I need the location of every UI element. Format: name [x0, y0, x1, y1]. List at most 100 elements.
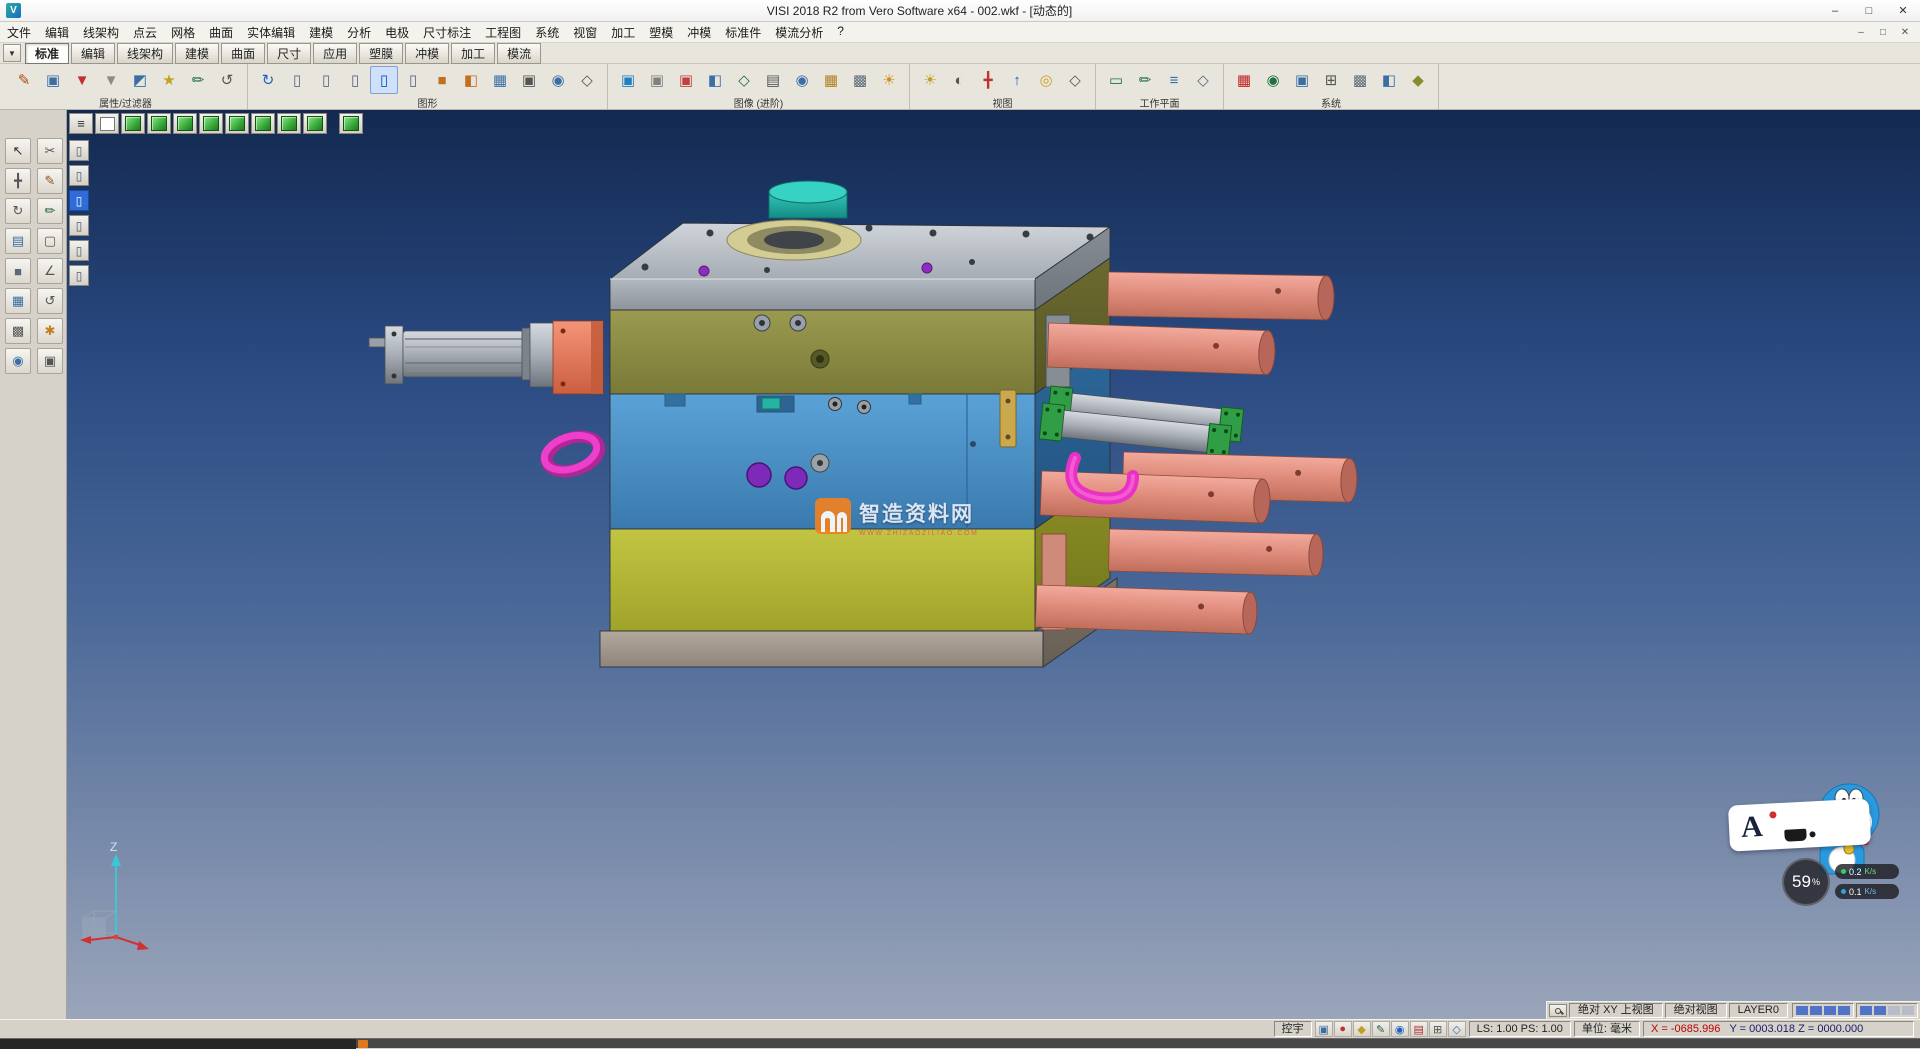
- view-cube-left-icon[interactable]: [199, 113, 223, 134]
- move-icon[interactable]: ╋: [5, 168, 31, 194]
- record-icon[interactable]: ●: [1334, 1021, 1352, 1037]
- workplane-edit-icon[interactable]: ✏: [1131, 66, 1159, 94]
- viewport-menu-icon[interactable]: ≡: [69, 113, 93, 134]
- measure-icon[interactable]: ∠: [37, 258, 63, 284]
- gallery-icon[interactable]: ▦: [817, 66, 845, 94]
- render-wire-icon[interactable]: ▣: [643, 66, 671, 94]
- view-mode-indicator[interactable]: 绝对 XY 上视图: [1569, 1003, 1663, 1018]
- doc-restore-icon[interactable]: □: [1872, 27, 1894, 38]
- filter-icon[interactable]: ▼: [68, 66, 96, 94]
- shaded-icon[interactable]: ◉: [544, 66, 572, 94]
- view-blank-icon[interactable]: [95, 113, 119, 134]
- tab[interactable]: 冲模: [405, 43, 449, 64]
- view-cube-dynamic-icon[interactable]: [339, 113, 363, 134]
- layers-icon[interactable]: ▤: [5, 228, 31, 254]
- draft-icon[interactable]: ✏: [37, 198, 63, 224]
- view-cube-bottom-icon[interactable]: [251, 113, 275, 134]
- menu-item[interactable]: 模流分析: [768, 24, 830, 41]
- workplane-view-icon[interactable]: ◇: [1189, 66, 1217, 94]
- cylinder-display-3-icon[interactable]: ▯: [341, 66, 369, 94]
- viewport-3d[interactable]: Z ≡ ▯▯▯▯▯▯ 智造资料网: [67, 110, 1920, 1019]
- menu-item[interactable]: 编辑: [38, 24, 76, 41]
- menu-item[interactable]: 曲面: [202, 24, 240, 41]
- tab[interactable]: 加工: [451, 43, 495, 64]
- cylinder-display-4-icon[interactable]: ▯: [399, 66, 427, 94]
- menu-item[interactable]: 实体编辑: [240, 24, 302, 41]
- tab[interactable]: 线架构: [117, 43, 173, 64]
- absolute-view-indicator[interactable]: 绝对视图: [1665, 1003, 1727, 1018]
- menu-item[interactable]: 文件: [0, 24, 38, 41]
- workplane-align-icon[interactable]: ≡: [1160, 66, 1188, 94]
- tab[interactable]: 标准: [25, 43, 69, 64]
- section-icon[interactable]: ◧: [701, 66, 729, 94]
- display-capsule-2-icon[interactable]: ▯: [69, 165, 89, 186]
- wireframe-icon[interactable]: ◇: [573, 66, 601, 94]
- tab[interactable]: 模流: [497, 43, 541, 64]
- select-icon[interactable]: ↖: [5, 138, 31, 164]
- minimize-button[interactable]: –: [1818, 0, 1852, 21]
- table-icon[interactable]: ⊞: [1429, 1021, 1447, 1037]
- animation-icon[interactable]: ▤: [759, 66, 787, 94]
- display-capsule-5-icon[interactable]: ▯: [69, 240, 89, 261]
- maximize-button[interactable]: □: [1852, 0, 1886, 21]
- snap-grid-icon[interactable]: ▩: [1346, 66, 1374, 94]
- menu-item[interactable]: 尺寸标注: [416, 24, 478, 41]
- download-card[interactable]: A: [1728, 798, 1871, 851]
- undo-icon[interactable]: ↺: [37, 288, 63, 314]
- lighting-icon[interactable]: ☀: [875, 66, 903, 94]
- hatch-icon[interactable]: ▩: [5, 318, 31, 344]
- cylinder-display-active-icon[interactable]: ▯: [370, 66, 398, 94]
- workplane-icon[interactable]: ▭: [1102, 66, 1130, 94]
- regen-view-icon[interactable]: ↻: [254, 66, 282, 94]
- mask-icon[interactable]: ◩: [126, 66, 154, 94]
- view-cube-back-icon[interactable]: [225, 113, 249, 134]
- render-dynamic-icon[interactable]: ▣: [672, 66, 700, 94]
- globe-icon[interactable]: ◉: [1259, 66, 1287, 94]
- screen-icon[interactable]: ▣: [1315, 1021, 1333, 1037]
- view-cube-front-icon[interactable]: [147, 113, 171, 134]
- menu-item[interactable]: 网格: [164, 24, 202, 41]
- edit-icon[interactable]: ✎: [1372, 1021, 1390, 1037]
- menu-item[interactable]: 塑模: [642, 24, 680, 41]
- key-icon[interactable]: ◆: [1353, 1021, 1371, 1037]
- view-cube-top-icon[interactable]: [121, 113, 145, 134]
- display-capsule-6-icon[interactable]: ▯: [69, 265, 89, 286]
- cylinder-display-2-icon[interactable]: ▯: [312, 66, 340, 94]
- cylinder-display-1-icon[interactable]: ▯: [283, 66, 311, 94]
- view-cube-iso-icon[interactable]: [277, 113, 301, 134]
- zoom-region-icon[interactable]: ◇: [730, 66, 758, 94]
- solid-edge-icon[interactable]: ◧: [457, 66, 485, 94]
- info-icon[interactable]: ◉: [1391, 1021, 1409, 1037]
- tab[interactable]: 塑膜: [359, 43, 403, 64]
- clipboard-icon[interactable]: ▣: [37, 348, 63, 374]
- book-icon[interactable]: ▤: [1410, 1021, 1428, 1037]
- display-capsule-4-icon[interactable]: ▯: [69, 215, 89, 236]
- sketch-icon[interactable]: ✎: [37, 168, 63, 194]
- color-grid-icon[interactable]: ▦: [1230, 66, 1258, 94]
- view-axis-icon[interactable]: ╋: [974, 66, 1002, 94]
- tab[interactable]: 应用: [313, 43, 357, 64]
- doc-minimize-icon[interactable]: –: [1850, 27, 1872, 38]
- visibility-icon[interactable]: ◐: [945, 66, 973, 94]
- layer-box-icon[interactable]: ◇: [1448, 1021, 1466, 1037]
- tab[interactable]: 编辑: [71, 43, 115, 64]
- settings-grid-icon[interactable]: ⊞: [1317, 66, 1345, 94]
- sheet-icon[interactable]: ▢: [37, 228, 63, 254]
- progress-circle[interactable]: 59%: [1782, 858, 1830, 906]
- snap-toggle[interactable]: 控宇: [1274, 1021, 1312, 1037]
- trim-icon[interactable]: ✂: [37, 138, 63, 164]
- menu-item[interactable]: 标准件: [718, 24, 768, 41]
- attribute-brush-icon[interactable]: ✏: [184, 66, 212, 94]
- tab[interactable]: 建模: [175, 43, 219, 64]
- view-cube-iso2-icon[interactable]: [303, 113, 327, 134]
- menu-item[interactable]: 电极: [378, 24, 416, 41]
- copy-attributes-icon[interactable]: ▣: [39, 66, 67, 94]
- view-search-button[interactable]: [1549, 1004, 1567, 1017]
- monitor-icon[interactable]: ▣: [1288, 66, 1316, 94]
- menu-item[interactable]: ?: [830, 24, 851, 41]
- highlight-icon[interactable]: ★: [155, 66, 183, 94]
- active-layer-indicator[interactable]: LAYER0: [1729, 1003, 1788, 1018]
- pattern-icon[interactable]: ▦: [5, 288, 31, 314]
- rotate-icon[interactable]: ↻: [5, 198, 31, 224]
- taskbar-app-icon[interactable]: [358, 1040, 368, 1048]
